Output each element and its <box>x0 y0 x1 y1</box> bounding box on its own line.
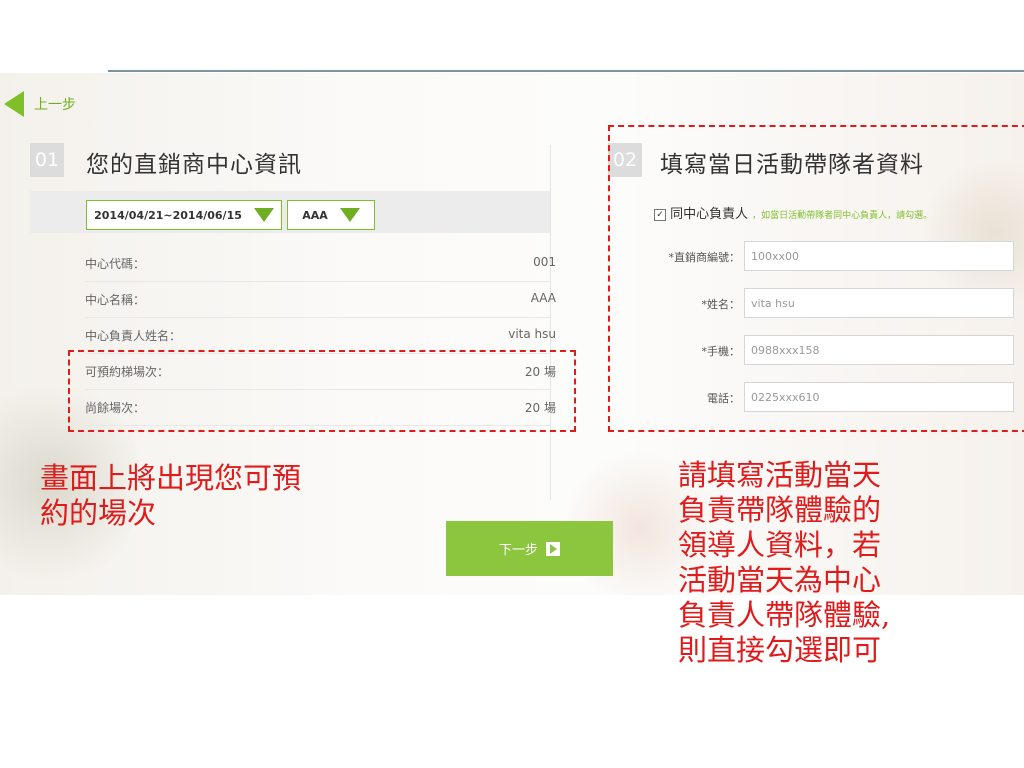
column-divider <box>550 145 551 500</box>
annotation-line: 活動當天為中心 <box>678 563 882 597</box>
triangle-down-icon <box>253 208 274 222</box>
highlight-box-leader-form <box>608 125 1024 432</box>
triangle-down-icon <box>339 208 360 222</box>
annotation-right: 請填寫活動當天 負責帶隊體驗的 領導人資料，若 活動當天為中心 負責人帶隊體驗,… <box>678 458 890 668</box>
info-row: 中心負責人姓名： vita hsu <box>85 317 556 354</box>
center-select[interactable]: AAA <box>287 200 375 230</box>
top-divider <box>108 70 1024 72</box>
center-select-value: AAA <box>302 208 328 222</box>
annotation-line: 則直接勾選即可 <box>678 633 882 667</box>
info-label: 中心名稱： <box>85 293 146 307</box>
back-label: 上一步 <box>34 97 76 113</box>
info-row: 中心代碼： 001 <box>85 245 556 282</box>
date-range-value: 2014/04/21~2014/06/15 <box>94 208 242 222</box>
info-label: 中心負責人姓名： <box>85 329 182 343</box>
annotation-line: 負責人帶隊體驗, <box>678 598 891 632</box>
annotation-line: 請填寫活動當天 <box>678 458 882 492</box>
back-button[interactable]: 上一步 <box>4 91 76 117</box>
annotation-left: 畫面上將出現您可預 約的場次 <box>40 461 301 531</box>
date-range-select[interactable]: 2014/04/21~2014/06/15 <box>86 200 282 230</box>
info-value: AAA <box>530 291 556 305</box>
annotation-line: 畫面上將出現您可預 <box>40 461 302 495</box>
annotation-line: 約的場次 <box>40 496 157 530</box>
highlight-box-sessions <box>68 350 576 432</box>
info-label: 中心代碼： <box>85 257 146 271</box>
info-value: 001 <box>533 255 556 269</box>
triangle-left-icon <box>4 91 24 117</box>
annotation-line: 負責帶隊體驗的 <box>678 493 882 527</box>
annotation-line: 領導人資料，若 <box>678 528 882 562</box>
section-number: 01 <box>30 143 64 177</box>
next-button[interactable]: 下一步 <box>446 521 613 576</box>
play-icon <box>546 541 560 556</box>
section-title: 您的直銷商中心資訊 <box>86 152 302 178</box>
info-row: 中心名稱： AAA <box>85 281 556 318</box>
info-value: vita hsu <box>508 327 556 341</box>
next-label: 下一步 <box>498 543 538 558</box>
